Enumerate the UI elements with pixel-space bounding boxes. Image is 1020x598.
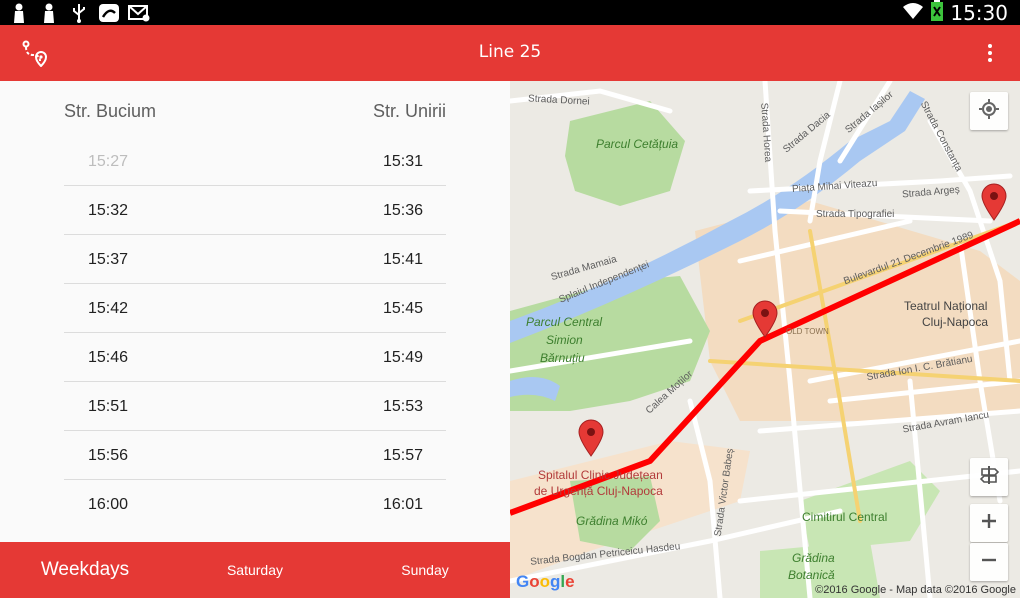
departure-time: 15:42 <box>88 300 129 317</box>
arrival-time: 16:01 <box>383 496 424 513</box>
arrival-time: 15:41 <box>383 251 424 268</box>
schedule-row[interactable]: 15:42 15:45 <box>64 284 446 333</box>
status-bar: 15:30 <box>0 0 1020 25</box>
more-vert-icon[interactable] <box>980 41 1000 65</box>
arrival-time: 15:45 <box>383 300 424 317</box>
map-label-street: Strada Tipografiei <box>816 209 895 220</box>
schedule-panel: Str. Bucium Str. Unirii 15:27 15:31 15:3… <box>0 81 510 542</box>
google-logo: Google <box>516 572 575 591</box>
map-label-park: Parcul Central <box>526 315 603 329</box>
route-map[interactable]: Strada Dornei Parcul Cetățuia Strada Hor… <box>510 81 1020 598</box>
minus-icon <box>980 551 998 573</box>
notification-figure-icon <box>38 2 60 24</box>
tab-sunday[interactable]: Sunday <box>340 542 510 598</box>
departure-time: 15:56 <box>88 447 129 464</box>
zoom-out-button[interactable] <box>970 543 1008 581</box>
arrival-time: 15:53 <box>383 398 424 415</box>
signpost-icon <box>978 464 1000 490</box>
map-label-park: Bărnuțiu <box>540 351 585 365</box>
status-time: 15:30 <box>950 0 1008 25</box>
map-label-park: Grădina Mikó <box>576 514 648 528</box>
app-bar: Line 25 <box>0 25 1020 81</box>
arrival-time: 15:36 <box>383 202 424 219</box>
schedule-row[interactable]: 15:32 15:36 <box>64 186 446 235</box>
departure-time: 15:32 <box>88 202 129 219</box>
map-label-garden: Grădina <box>792 551 835 565</box>
map-marker-icon[interactable] <box>752 300 778 342</box>
arrival-time: 15:31 <box>383 153 424 170</box>
departure-time: 15:46 <box>88 349 129 366</box>
schedule-row[interactable]: 15:46 15:49 <box>64 333 446 382</box>
app-notification-icon <box>98 2 120 24</box>
map-label-district: OLD TOWN <box>786 327 829 336</box>
map-attribution[interactable]: ©2016 Google - Map data ©2016 Google <box>815 584 1016 596</box>
arrival-time: 15:57 <box>383 447 424 464</box>
departure-time: 15:27 <box>88 153 129 170</box>
departure-time: 15:51 <box>88 398 129 415</box>
map-label-cemetery: Cimitirul Central <box>802 510 888 524</box>
schedule-row[interactable]: 16:00 16:01 <box>64 480 446 529</box>
map-label-park: Parcul Cetățuia <box>596 137 679 151</box>
map-marker-icon[interactable] <box>981 183 1007 225</box>
departure-time: 15:37 <box>88 251 129 268</box>
wifi-icon <box>902 2 924 24</box>
day-tabs: Weekdays Saturday Sunday <box>0 542 510 598</box>
departure-time: 16:00 <box>88 496 129 513</box>
schedule-row[interactable]: 15:37 15:41 <box>64 235 446 284</box>
map-label-hospital: de Urgență Cluj-Napoca <box>534 484 663 498</box>
my-location-icon <box>978 98 1000 124</box>
page-title: Line 25 <box>478 42 542 62</box>
email-icon <box>128 2 150 24</box>
schedule-row[interactable]: 15:51 15:53 <box>64 382 446 431</box>
schedule-row[interactable]: 15:27 15:31 <box>64 137 446 186</box>
map-label-park: Simion <box>546 333 583 347</box>
schedule-list: 15:27 15:31 15:32 15:36 15:37 15:41 15:4… <box>64 137 446 529</box>
from-stop-header: Str. Bucium <box>64 101 157 121</box>
my-location-button[interactable] <box>970 92 1008 130</box>
notification-figure-icon <box>8 2 30 24</box>
plus-icon <box>980 512 998 534</box>
directions-button[interactable] <box>970 458 1008 496</box>
map-label-garden: Botanică <box>788 568 835 582</box>
tab-weekdays[interactable]: Weekdays <box>0 542 170 598</box>
tab-saturday[interactable]: Saturday <box>170 542 340 598</box>
map-label-landmark: Cluj-Napoca <box>922 315 989 329</box>
notification-icons <box>8 2 150 24</box>
map-label-hospital: Spitalul Clinic Județean <box>538 468 663 482</box>
map-label-landmark: Teatrul Național <box>904 299 988 313</box>
schedule-row[interactable]: 15:56 15:57 <box>64 431 446 480</box>
battery-icon <box>930 0 944 26</box>
arrival-time: 15:49 <box>383 349 424 366</box>
map-marker-icon[interactable] <box>578 419 604 461</box>
to-stop-header: Str. Unirii <box>372 101 446 121</box>
zoom-in-button[interactable] <box>970 504 1008 542</box>
usb-icon <box>68 2 90 24</box>
